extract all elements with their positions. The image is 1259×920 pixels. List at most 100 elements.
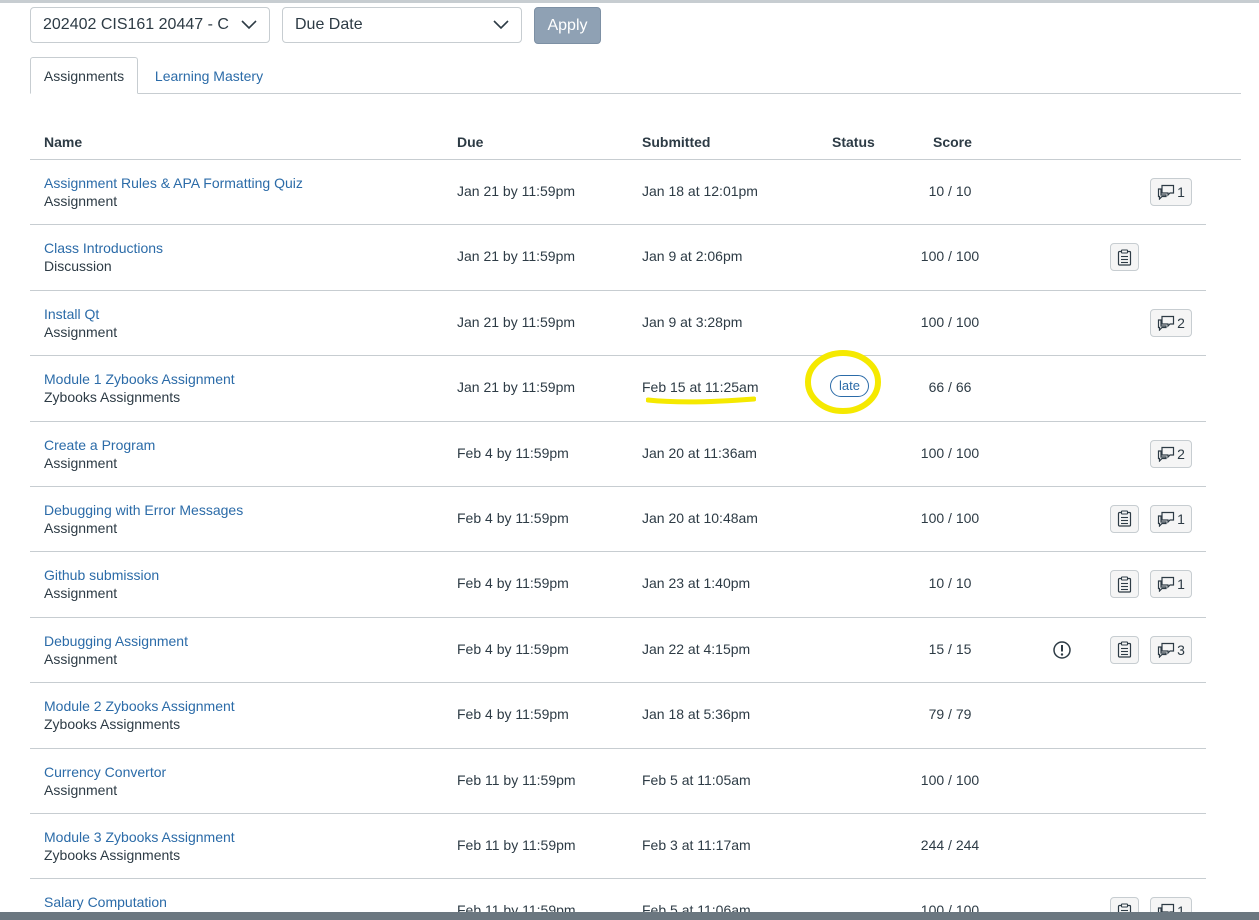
rubric-button[interactable] <box>1110 570 1139 599</box>
table-row: Install Qt Assignment Jan 21 by 11:59pm Jan… <box>30 291 1206 357</box>
chevron-down-icon <box>229 8 269 42</box>
chevron-down-icon <box>481 8 521 42</box>
assignment-name-cell: Github submission Assignment <box>44 566 159 602</box>
header-submitted[interactable]: Submitted <box>642 134 710 150</box>
rubric-button[interactable] <box>1110 243 1139 272</box>
assignment-link[interactable]: Module 1 Zybooks Assignment <box>44 370 235 388</box>
assignment-type: Assignment <box>44 585 118 602</box>
due-date: Feb 4 by 11:59pm <box>457 706 569 723</box>
assignment-type: Assignment <box>44 193 118 209</box>
rubric-button[interactable] <box>1110 635 1139 664</box>
comments-count: 1 <box>1177 510 1185 527</box>
table-row: Debugging with Error Messages Assignment F… <box>30 487 1206 553</box>
assignment-name-cell: Module 3 Zybooks Assignment Zybooks Assig… <box>44 828 235 864</box>
comments-count: 1 <box>1177 184 1185 200</box>
due-date: Feb 4 by 11:59pm <box>457 444 569 461</box>
score: 79 / 79 <box>928 706 972 723</box>
header-score[interactable]: Score <box>933 134 972 150</box>
assignment-link[interactable]: Create a Program <box>44 436 155 454</box>
assignment-name-cell: Install Qt Assignment <box>44 305 117 341</box>
header-status[interactable]: Status <box>832 134 875 150</box>
submitted-date: Jan 23 at 1:40pm <box>642 575 751 592</box>
rubric-icon <box>1117 510 1132 528</box>
comments-button[interactable]: 2 <box>1150 308 1192 337</box>
comments-count: 2 <box>1177 314 1185 331</box>
assignment-link[interactable]: Module 2 Zybooks Assignment <box>44 697 235 715</box>
table-row: Module 1 Zybooks Assignment Zybooks Assig… <box>30 356 1206 422</box>
score: 15 / 15 <box>928 640 972 657</box>
score: 100 / 100 <box>920 444 980 461</box>
comments-icon <box>1157 315 1175 331</box>
rubric-icon <box>1117 249 1132 266</box>
table-row: Create a Program Assignment Feb 4 by 11:59… <box>30 422 1206 487</box>
assignment-type: Discussion <box>44 258 112 275</box>
tab-assignments[interactable]: Assignments <box>30 57 138 94</box>
due-date: Jan 21 by 11:59pm <box>457 313 576 330</box>
comments-button[interactable]: 1 <box>1150 570 1192 599</box>
assignment-type: Zybooks Assignments <box>44 846 181 863</box>
comments-icon <box>1157 642 1175 658</box>
table-row: Module 2 Zybooks Assignment Zybooks Assig… <box>30 683 1206 749</box>
comments-button[interactable]: 3 <box>1150 635 1192 664</box>
assignment-link[interactable]: Install Qt <box>44 305 117 323</box>
comments-count: 3 <box>1177 641 1185 658</box>
sort-select[interactable]: Due Date <box>282 7 522 43</box>
due-date: Feb 11 by 11:59pm <box>457 771 576 788</box>
assignment-link[interactable]: Github submission <box>44 566 159 584</box>
header-due[interactable]: Due <box>457 134 483 150</box>
assignment-link[interactable]: Debugging Assignment <box>44 632 188 650</box>
assignment-link[interactable]: Currency Convertor <box>44 763 166 781</box>
header-name[interactable]: Name <box>44 134 82 150</box>
course-select-value: 202402 CIS161 20447 - C <box>43 16 229 33</box>
assignment-name-cell: Module 2 Zybooks Assignment Zybooks Assig… <box>44 697 235 733</box>
comments-icon <box>1157 576 1175 593</box>
score: 10 / 10 <box>928 575 972 592</box>
due-date: Feb 4 by 11:59pm <box>457 640 569 657</box>
comments-icon <box>1157 446 1175 462</box>
comments-button[interactable]: 1 <box>1150 178 1192 206</box>
highlight-underline <box>646 396 756 405</box>
assignment-link[interactable]: Module 3 Zybooks Assignment <box>44 828 235 846</box>
due-date: Feb 11 by 11:59pm <box>457 836 576 853</box>
assignment-link[interactable]: Assignment Rules & APA Formatting Quiz <box>44 174 303 192</box>
assignment-link[interactable]: Debugging with Error Messages <box>44 501 243 519</box>
assignment-name-cell: Assignment Rules & APA Formatting Quiz As… <box>44 174 303 210</box>
submitted-date: Jan 22 at 4:15pm <box>642 640 751 657</box>
assignment-type: Zybooks Assignments <box>44 389 181 406</box>
comments-button[interactable]: 2 <box>1150 439 1192 468</box>
table-row: Class Introductions Discussion Jan 21 by 1… <box>30 225 1206 291</box>
score: 100 / 100 <box>920 248 980 265</box>
score: 66 / 66 <box>928 379 972 396</box>
rubric-button[interactable] <box>1110 504 1139 533</box>
due-date: Feb 4 by 11:59pm <box>457 509 569 526</box>
apply-button[interactable]: Apply <box>534 7 601 44</box>
sort-select-value: Due Date <box>295 16 363 33</box>
score: 100 / 100 <box>920 771 980 788</box>
assignment-type: Assignment <box>44 650 118 667</box>
score: 244 / 244 <box>920 836 980 853</box>
assignment-table-body: Assignment Rules & APA Formatting Quiz As… <box>30 160 1206 920</box>
assignment-link[interactable]: Class Introductions <box>44 239 163 257</box>
table-row: Github submission Assignment Feb 4 by 11:5… <box>30 552 1206 618</box>
comments-count: 2 <box>1177 445 1185 462</box>
assignment-link[interactable]: Salary Computation <box>44 893 167 911</box>
assignment-name-cell: Class Introductions Discussion <box>44 239 163 275</box>
rubric-icon <box>1117 641 1132 658</box>
submitted-date: Feb 5 at 11:05am <box>642 771 751 788</box>
table-row: Currency Convertor Assignment Feb 11 by 11… <box>30 749 1206 814</box>
warning-icon[interactable] <box>1052 640 1072 660</box>
course-select[interactable]: 202402 CIS161 20447 - C <box>30 7 270 43</box>
tab-learning-mastery[interactable]: Learning Mastery <box>142 57 276 94</box>
assignment-name-cell: Create a Program Assignment <box>44 436 155 472</box>
rubric-icon <box>1117 576 1132 593</box>
table-row: Debugging Assignment Assignment Feb 4 by 1… <box>30 618 1206 684</box>
highlight-circle <box>805 350 881 414</box>
assignment-type: Zybooks Assignments <box>44 716 181 733</box>
submitted-date: Jan 20 at 10:48am <box>642 509 758 526</box>
comments-icon <box>1157 511 1175 527</box>
assignment-name-cell: Module 1 Zybooks Assignment Zybooks Assig… <box>44 370 235 406</box>
assignment-name-cell: Debugging with Error Messages Assignment <box>44 501 243 537</box>
comments-button[interactable]: 1 <box>1150 504 1192 533</box>
submitted-date: Jan 20 at 11:36am <box>642 444 757 461</box>
due-date: Jan 21 by 11:59pm <box>457 379 576 396</box>
